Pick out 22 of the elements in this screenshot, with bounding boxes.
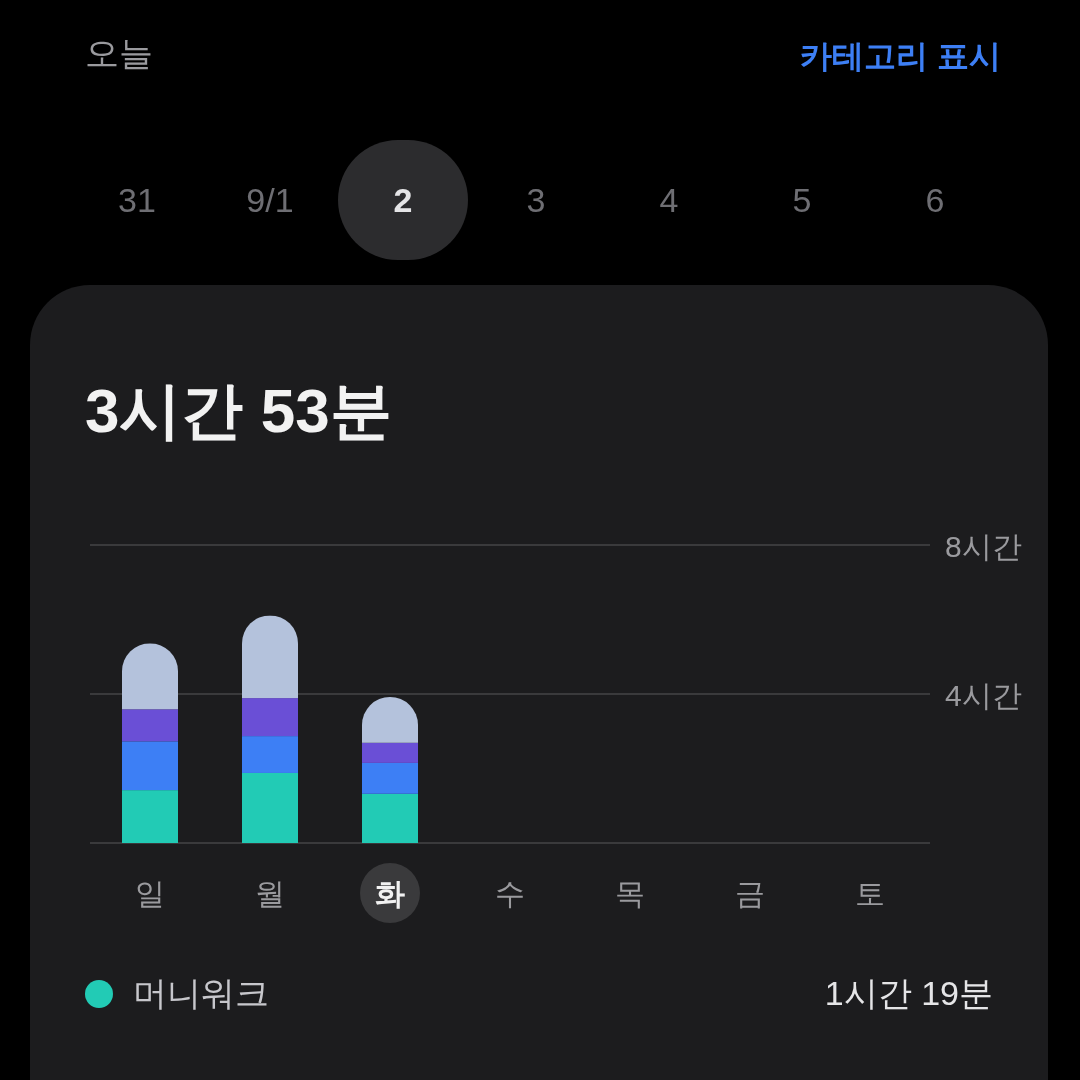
date-tab[interactable]: 4: [604, 140, 734, 260]
weekday-label[interactable]: 월: [255, 877, 285, 910]
date-tab[interactable]: 6: [870, 140, 1000, 260]
weekday-label[interactable]: 일: [135, 877, 165, 910]
axis-label: 4시간: [945, 679, 1022, 712]
weekday-label[interactable]: 토: [855, 877, 885, 910]
axis-label: 8시간: [945, 530, 1022, 563]
page-title: 오늘: [85, 33, 153, 74]
weekday-label[interactable]: 수: [495, 877, 525, 910]
date-tab[interactable]: 31: [72, 140, 202, 260]
date-tab[interactable]: 5: [737, 140, 867, 260]
date-tab[interactable]: 2: [338, 140, 468, 260]
legend-value: 1시간 19분: [824, 973, 993, 1014]
total-time: 3시간 53분: [85, 380, 393, 442]
category-toggle-link[interactable]: 카테고리 표시: [800, 32, 1001, 80]
bar-segment: [122, 790, 178, 843]
date-tab[interactable]: 3: [471, 140, 601, 260]
weekday-label[interactable]: 목: [615, 877, 645, 910]
weekday-label[interactable]: 화: [375, 877, 405, 910]
legend-label: 머니워크: [133, 973, 269, 1014]
date-tab[interactable]: 9/1: [205, 140, 335, 260]
weekday-label[interactable]: 금: [735, 877, 765, 910]
